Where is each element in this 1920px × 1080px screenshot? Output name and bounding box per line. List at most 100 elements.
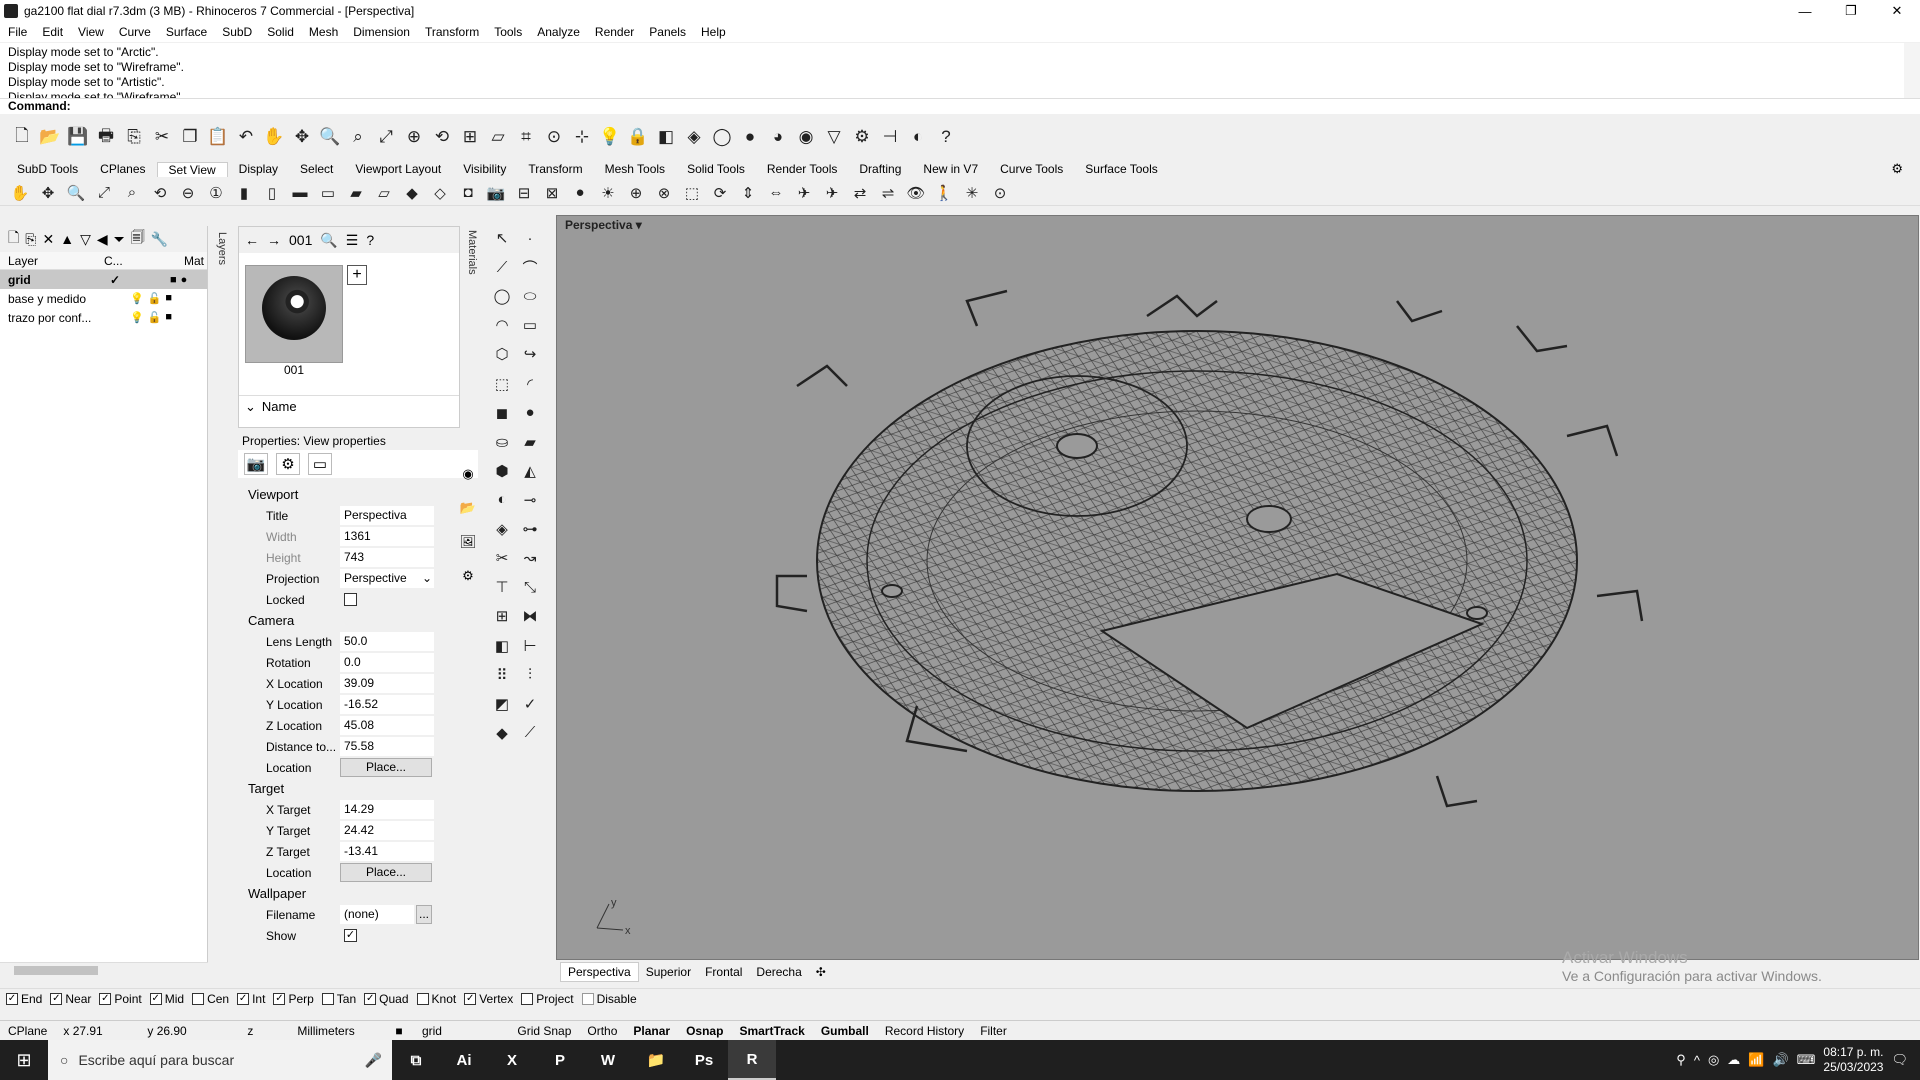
move-parent-icon[interactable]: ◀ — [97, 231, 108, 248]
render-settings-icon[interactable]: ⚙ — [462, 568, 474, 584]
menu-subd[interactable]: SubD — [222, 25, 252, 39]
track-icon[interactable]: ⇄ — [848, 182, 872, 204]
planar-toggle[interactable]: Planar — [625, 1024, 678, 1038]
y-location-field[interactable]: -16.52 — [340, 695, 434, 714]
color-swatch-icon[interactable]: ■ — [165, 311, 172, 324]
freeform-icon[interactable]: ↪ — [518, 342, 542, 366]
surface-icon[interactable]: ▰ — [518, 430, 542, 454]
align-icon[interactable]: ⫶ — [518, 663, 542, 687]
help-icon[interactable]: ? — [934, 125, 958, 149]
forward-arrow-icon[interactable]: → — [267, 232, 281, 248]
add-material-icon[interactable]: + — [347, 265, 367, 285]
material-circle-icon[interactable]: ● — [181, 274, 188, 286]
grid-array-icon[interactable]: ⠿ — [490, 663, 514, 687]
osnap-project[interactable]: Project — [521, 992, 574, 1006]
tab-derecha[interactable]: Derecha — [749, 963, 808, 981]
tray-app-icon[interactable]: ◎ — [1708, 1052, 1719, 1068]
show-checkbox[interactable]: ✓ — [344, 929, 357, 942]
paste-icon[interactable]: 📋 — [206, 125, 230, 149]
osnap-checkbox[interactable]: ✓ — [99, 992, 112, 1005]
loft-icon[interactable]: ◭ — [518, 459, 542, 483]
tab-display[interactable]: Display — [228, 162, 289, 176]
menu-icon[interactable]: ☰ — [346, 232, 359, 249]
undo-view-icon[interactable]: ⟲ — [430, 125, 454, 149]
layers-scrollbar[interactable] — [0, 962, 208, 978]
osnap-point[interactable]: ✓ Point — [99, 992, 142, 1006]
search-icon[interactable]: 🔍 — [320, 232, 337, 249]
menu-analyze[interactable]: Analyze — [537, 25, 580, 39]
open-file-icon[interactable]: 📂 — [38, 125, 62, 149]
chevron-up-icon[interactable]: ^ — [1694, 1053, 1700, 1068]
tab-viewport-layout[interactable]: Viewport Layout — [344, 162, 452, 176]
move-icon[interactable]: ⊤ — [490, 575, 514, 599]
menu-mesh[interactable]: Mesh — [309, 25, 338, 39]
minimize-button[interactable]: — — [1782, 0, 1828, 22]
microphone-icon[interactable]: 🎤 — [365, 1052, 382, 1069]
cplane-indicator[interactable]: CPlane — [0, 1024, 55, 1038]
perspective-viewport[interactable]: Perspectiva ▾ y x — [556, 215, 1919, 960]
delete-layer-icon[interactable]: ✕ — [42, 231, 54, 248]
menu-help[interactable]: Help — [701, 25, 726, 39]
osnap-checkbox[interactable] — [581, 992, 594, 1005]
copy-icon[interactable]: ❐ — [178, 125, 202, 149]
rendered-icon[interactable]: ◕ — [766, 125, 790, 149]
grid-icon[interactable]: ⌗ — [514, 125, 538, 149]
section-view-icon[interactable]: ⊠ — [540, 182, 564, 204]
rotation-field[interactable]: 0.0 — [340, 653, 434, 672]
column-current[interactable]: C... — [104, 254, 184, 268]
rotate-view-icon[interactable]: ✥ — [290, 125, 314, 149]
named-view-icon[interactable]: ◘ — [456, 182, 480, 204]
menu-transform[interactable]: Transform — [425, 25, 479, 39]
wireframe-icon[interactable]: ◯ — [710, 125, 734, 149]
close-button[interactable]: ✕ — [1874, 0, 1920, 22]
tab-mesh-tools[interactable]: Mesh Tools — [594, 162, 676, 176]
move-down-icon[interactable]: ▽ — [80, 231, 91, 248]
material-thumbnail[interactable] — [245, 265, 343, 363]
network-icon[interactable]: 📶 — [1748, 1052, 1764, 1068]
osnap-checkbox[interactable]: ✓ — [237, 992, 250, 1005]
export-icon[interactable]: ⎘ — [122, 125, 146, 149]
pan-icon[interactable]: ✋ — [8, 182, 32, 204]
environment-icon[interactable]: ◐ — [906, 125, 930, 149]
camera-snapshot-icon[interactable]: 📷 — [484, 182, 508, 204]
boolean-icon[interactable]: ◐ — [490, 488, 514, 512]
folder-icon[interactable]: 📂 — [460, 500, 476, 516]
analyze-icon[interactable]: ◩ — [490, 692, 514, 716]
save-icon[interactable]: 💾 — [66, 125, 90, 149]
cylinder-icon[interactable]: ⛀ — [490, 430, 514, 454]
right-view-icon[interactable]: ▭ — [316, 182, 340, 204]
color-swatch-icon[interactable]: ■ — [165, 292, 172, 305]
excel-app-icon[interactable]: X — [488, 1040, 536, 1080]
new-layer-icon[interactable]: 🗋 — [8, 227, 19, 251]
locked-checkbox[interactable] — [344, 593, 357, 606]
curve-icon[interactable]: ⌒ — [518, 255, 542, 279]
circle-icon[interactable]: ◯ — [490, 284, 514, 308]
new-sublayer-icon[interactable]: ⎘ — [25, 231, 36, 248]
box-icon[interactable]: ◼ — [490, 401, 514, 425]
crosshair-icon[interactable]: ⊙ — [988, 182, 1012, 204]
command-line[interactable]: Command: — [0, 99, 1920, 114]
menu-tools[interactable]: Tools — [494, 25, 522, 39]
dolly-icon[interactable]: ⇕ — [736, 182, 760, 204]
illustrator-app-icon[interactable]: Ai — [440, 1040, 488, 1080]
filter-toggle[interactable]: Filter — [972, 1024, 1015, 1038]
clock[interactable]: 08:17 p. m. 25/03/2023 — [1823, 1045, 1883, 1075]
scrollbar-thumb[interactable] — [14, 966, 98, 975]
osnap-checkbox[interactable]: ✓ — [364, 992, 377, 1005]
x-location-field[interactable]: 39.09 — [340, 674, 434, 693]
osnap-checkbox[interactable] — [192, 992, 205, 1005]
light-icon[interactable]: 💡 — [598, 125, 622, 149]
osnap-vertex[interactable]: ✓ Vertex — [464, 992, 513, 1006]
fillet-icon[interactable]: ◜ — [518, 372, 542, 396]
menu-panels[interactable]: Panels — [649, 25, 686, 39]
rebuild-icon[interactable]: ↝ — [518, 546, 542, 570]
transform-icon[interactable]: ⟋ — [518, 721, 542, 745]
layers-side-tab[interactable]: Layers — [208, 226, 228, 282]
tab-render-tools[interactable]: Render Tools — [756, 162, 849, 176]
z-target-field[interactable]: -13.41 — [340, 842, 434, 861]
mesh-icon[interactable]: ◈ — [490, 517, 514, 541]
select-arrow-icon[interactable]: ↖ — [490, 226, 514, 250]
mirror-icon[interactable]: ⧓ — [518, 604, 542, 628]
tab-select[interactable]: Select — [289, 162, 344, 176]
menu-solid[interactable]: Solid — [267, 25, 294, 39]
